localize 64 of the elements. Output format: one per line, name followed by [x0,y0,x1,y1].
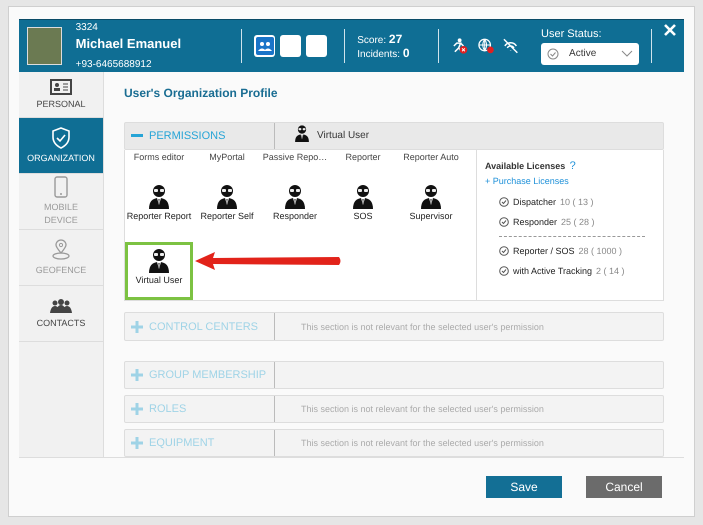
agent-icon [282,182,308,209]
license-count: 25 ( 28 ) [561,216,595,227]
badge-check-icon [499,266,509,276]
id-card-icon [50,78,72,94]
help-link[interactable]: ? [570,160,576,172]
page-title: User's Organization Profile [124,86,279,100]
save-button[interactable]: Save [486,476,562,498]
user-name: Michael Emanuel [76,36,182,51]
phone-icon [54,176,68,198]
tool-button[interactable] [254,35,276,57]
section-note: This section is not relevant for the selected user's permission [301,404,544,414]
license-count: 28 ( 1000 ) [578,246,622,256]
permission-label: Passive Repo… [262,152,328,162]
incidents-text: Incidents: 0 [357,46,411,60]
tool-button[interactable] [280,35,302,57]
location-pin-icon [51,238,71,260]
agent-icon [146,182,172,209]
globe-icon [476,37,494,55]
sidebar-tab[interactable]: ORGANIZATION [19,118,103,174]
permission-label: Reporter [344,152,382,162]
photo-placeholder [27,27,62,65]
status-label: User Status: [541,28,603,40]
licenses-title: Available Licenses [485,160,566,171]
close-icon [664,24,676,36]
license-name: Dispatcher [513,196,556,207]
chevron-down-icon [621,50,634,58]
user-id: 3324 [76,22,99,33]
selected-permission: Virtual User [317,130,370,142]
badge-check-icon [499,196,509,207]
permission-label: Forms editor [132,152,186,162]
section-note: This section is not relevant for the selected user's permission [301,438,544,448]
permission-option[interactable]: Virtual User [125,242,193,300]
running-person-icon [451,37,468,55]
badge-check-icon [499,216,509,227]
license-count: 10 ( 13 ) [560,196,594,207]
license-name: Reporter / SOS [513,246,575,256]
phone-number: +93-6465688912 [76,59,153,70]
minus-icon [131,134,143,138]
tool-button[interactable] [306,35,328,57]
agent-icon [146,246,172,273]
agent-icon [214,182,240,209]
signal-off-icon [502,37,520,55]
agent-icon [418,182,444,209]
plus-icon [131,436,143,449]
license-name: with Active Tracking [513,266,592,276]
purchase-link[interactable]: + Purchase Licenses [485,176,655,186]
section-note: This section is not relevant for the selected user's permission [301,322,544,332]
status-dropdown[interactable]: Active [541,42,640,64]
badge-check-icon [499,246,509,256]
plus-icon [131,403,143,416]
agent-icon [350,182,376,209]
check-circle-icon [547,48,560,60]
permission-label: Reporter Auto [402,152,460,162]
plus-icon [131,369,143,382]
agent-icon [293,124,311,142]
score-text: Score: 27 [357,32,404,46]
permission-label: MyPortal [208,152,246,162]
users-icon [256,37,274,55]
people-icon [49,298,73,314]
plus-icon [131,320,143,332]
license-name: Responder [513,216,558,227]
cancel-button[interactable]: Cancel [586,476,662,498]
license-count: 2 ( 14 ) [596,266,625,276]
shield-check-icon [51,126,71,148]
